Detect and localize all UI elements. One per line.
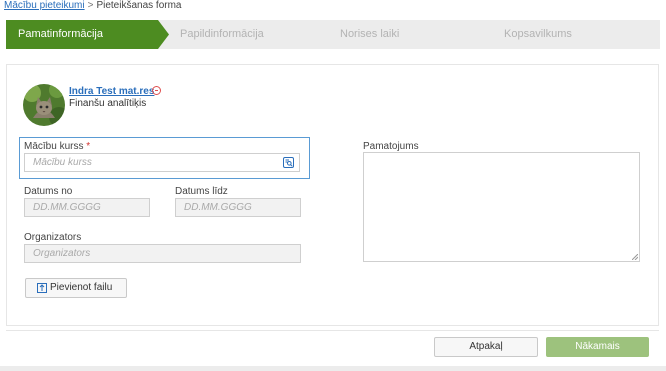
breadcrumb: Mācību pieteikumi > Pieteikšanas forma <box>4 0 181 13</box>
minus-circle-icon <box>152 86 161 95</box>
date-to-input[interactable]: DD.MM.GGGG <box>175 198 301 217</box>
upload-icon <box>37 283 47 293</box>
back-button[interactable]: Atpakaļ <box>434 337 538 357</box>
user-role: Finanšu analītiķis <box>69 98 147 109</box>
justification-textarea[interactable] <box>363 152 640 262</box>
attach-file-label: Pievienot failu <box>50 282 113 293</box>
step-schedule[interactable]: Norises laiki <box>340 20 399 49</box>
date-from-label: Datums no <box>24 186 73 197</box>
search-list-icon[interactable] <box>283 157 294 168</box>
wizard-steps: Pamatinformācija Papildinformācija Noris… <box>6 20 660 49</box>
attach-file-button[interactable]: Pievienot failu <box>25 278 127 298</box>
breadcrumb-separator: > <box>87 0 94 11</box>
next-button[interactable]: Nākamais <box>546 337 649 357</box>
avatar <box>23 84 65 126</box>
course-input[interactable]: Mācību kurss <box>24 153 300 172</box>
organizer-label: Organizators <box>24 232 82 243</box>
user-name-link[interactable]: Indra Test mat.res <box>69 86 154 97</box>
step-additional-info[interactable]: Papildinformācija <box>180 20 264 49</box>
date-from-input[interactable]: DD.MM.GGGG <box>24 198 150 217</box>
organizer-input[interactable]: Organizators <box>24 244 301 263</box>
bottom-divider <box>0 366 666 371</box>
step-basic-info[interactable]: Pamatinformācija <box>6 20 169 49</box>
course-label: Mācību kurss * <box>24 141 91 152</box>
date-to-label: Datums līdz <box>175 186 228 197</box>
step-summary[interactable]: Kopsavilkums <box>504 20 572 49</box>
breadcrumb-current: Pieteikšanas forma <box>96 0 182 11</box>
resize-handle-icon[interactable] <box>632 254 638 260</box>
required-marker: * <box>86 141 91 152</box>
justification-label: Pamatojums <box>363 141 419 152</box>
breadcrumb-link-applications[interactable]: Mācību pieteikumi <box>4 0 85 11</box>
